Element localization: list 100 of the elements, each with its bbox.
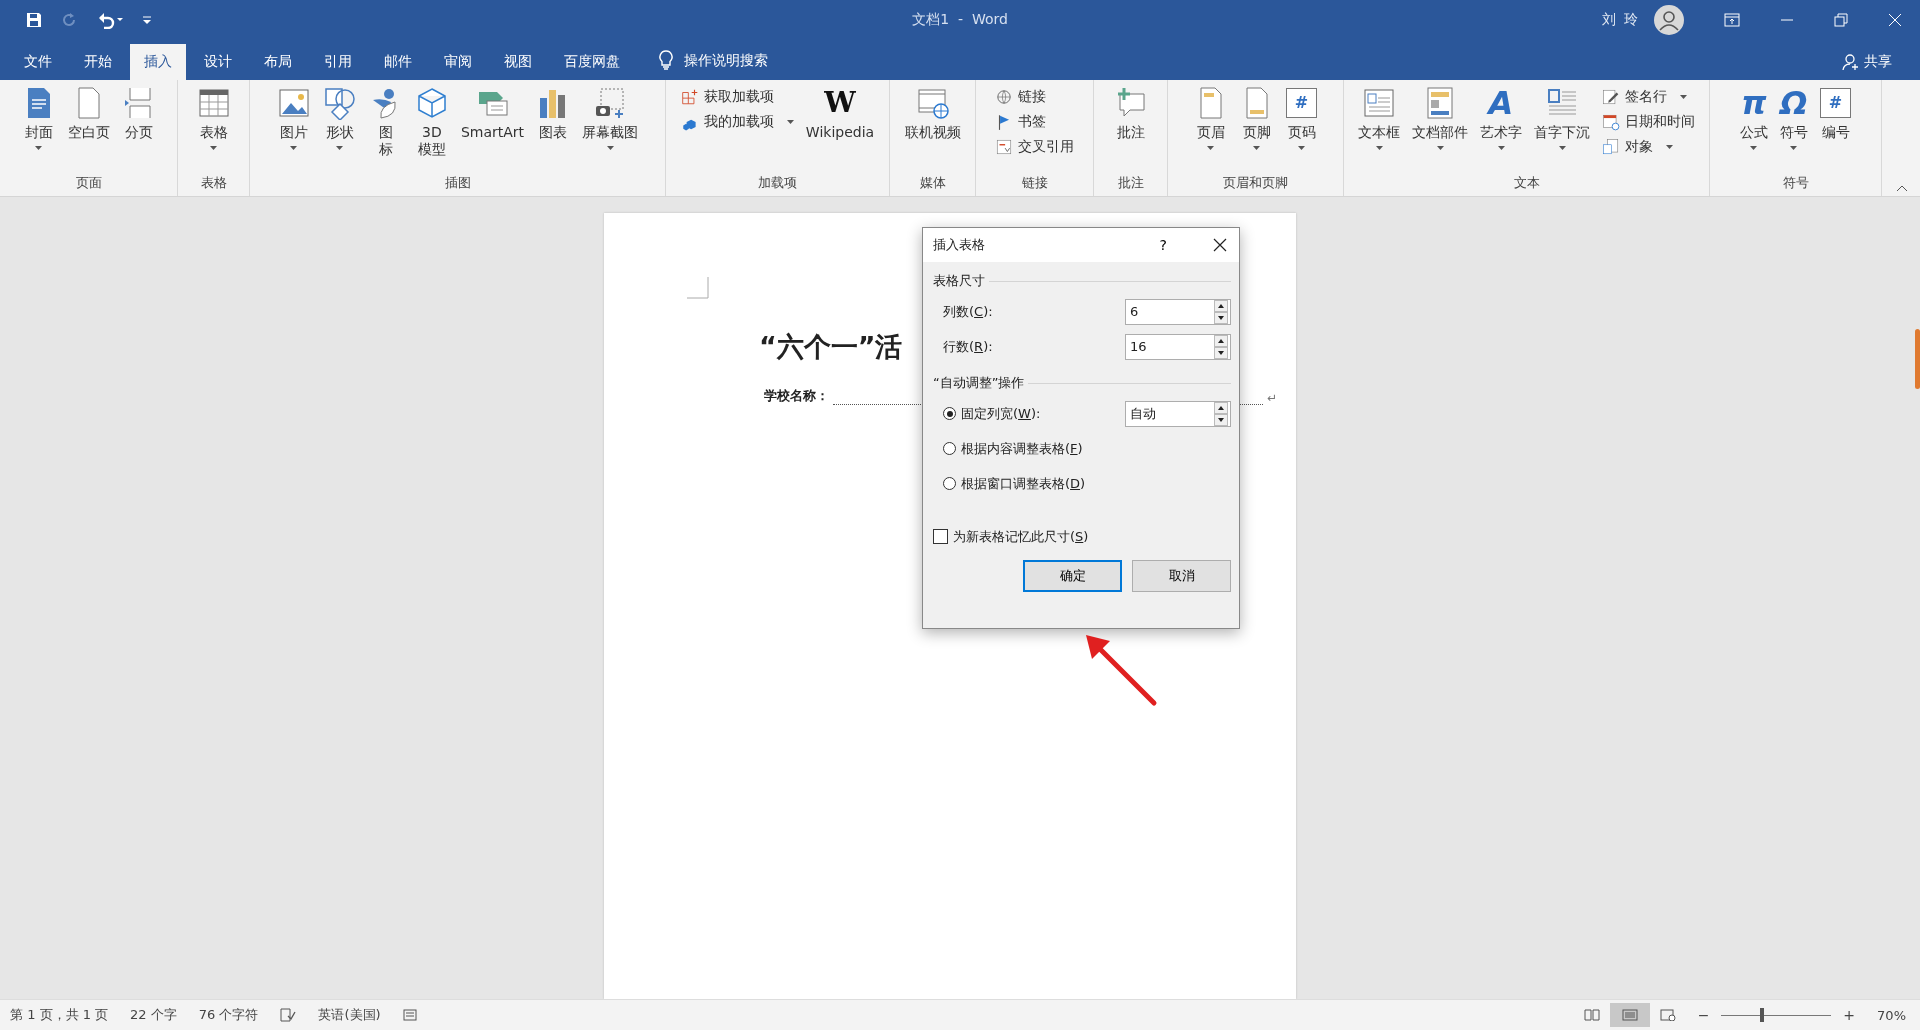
proofing-icon[interactable] [280,1008,297,1022]
zoom-slider-thumb[interactable] [1759,1008,1764,1022]
symbol-icon: Ω [1780,86,1808,120]
scroll-thumb[interactable] [1915,329,1920,389]
spin-field[interactable]: 6 [1125,298,1231,325]
cross-reference-icon [995,138,1013,156]
ribbon-button[interactable]: 文本框 [1354,84,1404,150]
ribbon-button[interactable]: 图片 [272,84,315,150]
ribbon-button[interactable]: 我的加载项 [676,111,798,133]
customize-dropdown-icon[interactable] [142,14,152,26]
ribbon-button[interactable]: 文档部件 [1408,84,1472,150]
page-count[interactable]: 第 1 页，共 1 页 [10,1006,109,1024]
shapes-icon [322,86,357,120]
group-label: 文本 [1512,174,1541,192]
spin-field[interactable]: 16 [1125,333,1231,360]
ok-button[interactable]: 确定 [1023,560,1122,592]
text-box-icon [1362,86,1396,120]
tell-me-search[interactable]: 操作说明搜索 [684,52,768,70]
user-name: 刘 玲 [1601,11,1640,29]
ribbon-button[interactable]: 3D 模型 [410,84,453,158]
ribbon-tab[interactable]: 插入 [130,44,186,80]
ribbon-button[interactable]: 封面 [17,84,60,150]
ribbon-button[interactable]: 页眉 [1189,84,1232,150]
ribbon-button[interactable]: 签名行 [1598,86,1699,108]
ribbon-tab[interactable]: 审阅 [430,44,486,80]
ribbon-button[interactable]: W Wikipedia [801,84,879,141]
ribbon-button[interactable]: 空白页 [63,84,114,141]
ribbon-button[interactable]: A 艺术字 [1476,84,1526,150]
ribbon-button[interactable]: 获取加载项 [676,86,798,108]
spin-field[interactable]: 自动 [1125,400,1231,427]
ribbon-tab[interactable]: 邮件 [370,44,426,80]
print-layout-button[interactable] [1609,1003,1650,1027]
share-button[interactable]: 共享 [1836,52,1898,72]
save-icon[interactable] [26,12,42,28]
ribbon-button[interactable]: # 编号 [1815,84,1856,141]
zoom-level[interactable]: 70% [1877,1007,1906,1023]
ribbon-tab[interactable]: 视图 [490,44,546,80]
zoom-in-button[interactable]: + [1843,1007,1856,1023]
ribbon-button[interactable]: π 公式 [1735,84,1772,150]
ribbon-button[interactable]: 日期和时间 [1598,111,1699,133]
help-button[interactable]: ? [1153,236,1173,254]
zoom-out-button[interactable]: − [1697,1007,1710,1023]
ribbon-button[interactable]: 图表 [532,84,575,141]
object-icon [1602,138,1620,156]
radio-button[interactable] [943,477,956,490]
ribbon-button[interactable]: 分页 [117,84,160,141]
ribbon-tab[interactable]: 引用 [310,44,366,80]
ribbon-tab[interactable]: 设计 [190,44,246,80]
ribbon-button[interactable]: 图 标 [364,84,407,158]
spin-up-icon[interactable] [1214,334,1228,347]
spin-up-icon[interactable] [1214,401,1228,414]
avatar-icon[interactable] [1654,5,1684,35]
option-label: 固定列宽(W): [961,404,1042,423]
spin-down-icon[interactable] [1214,346,1228,359]
ribbon-button[interactable]: 链接 [991,86,1078,108]
cancel-button[interactable]: 取消 [1132,560,1231,592]
ribbon-display-icon[interactable] [1724,13,1740,27]
character-count: 76 个字符 [198,1006,259,1024]
window-title: 文档1 - Word [912,11,1008,29]
ribbon-tab[interactable]: 百度网盘 [550,44,634,80]
group-label: 页眉和页脚 [1222,174,1289,192]
page-icon [1621,1009,1638,1021]
ribbon-button[interactable]: 交叉引用 [991,136,1078,158]
restore-icon[interactable] [1834,13,1848,27]
ribbon-button[interactable]: 对象 [1598,136,1699,158]
ribbon-tab[interactable]: 开始 [70,44,126,80]
word-count[interactable]: 22 个字 [130,1006,177,1024]
radio-button[interactable] [943,442,956,455]
ribbon-button[interactable]: 书签 [991,111,1078,133]
video-globe-icon [915,86,950,120]
ribbon-button[interactable]: 联机视频 [900,84,965,141]
collapse-ribbon-icon[interactable] [1896,184,1908,192]
paragraph-mark: ↵ [1267,391,1278,405]
group-label: 批注 [1116,174,1145,192]
language[interactable]: 英语(美国) [318,1006,381,1024]
ribbon-button[interactable]: 批注 [1109,84,1152,141]
ribbon-button[interactable]: 屏幕截图 [578,84,643,150]
group-label: 页面 [74,174,103,192]
ribbon-button[interactable]: # 页码 [1281,84,1322,150]
field-label: 学校名称： [764,387,829,405]
section-heading: “自动调整”操作 [933,374,1025,392]
ribbon-button[interactable]: 表格 [192,84,235,150]
ribbon-button[interactable]: SmartArt [456,84,529,141]
option-label: 为新表格记忆此尺寸(S) [953,527,1089,546]
symbol-icon: A [1488,86,1514,120]
group-label: 加载项 [757,174,798,192]
ribbon-button[interactable]: 形状 [318,84,361,150]
lightbulb-icon[interactable] [658,50,674,70]
ribbon-button[interactable]: Ω 符号 [1775,84,1812,150]
ribbon-tab[interactable]: 文件 [10,44,66,80]
spin-down-icon[interactable] [1214,311,1228,324]
ribbon-button[interactable]: 页脚 [1235,84,1278,150]
checkbox[interactable] [933,529,948,544]
ribbon-button[interactable]: 首字下沉 [1530,84,1594,150]
radio-button[interactable] [943,407,956,420]
spin-up-icon[interactable] [1214,299,1228,312]
close-icon[interactable] [1213,238,1227,252]
margin-corner-mark [687,277,709,299]
ribbon-tab[interactable]: 布局 [250,44,306,80]
spin-down-icon[interactable] [1214,413,1228,426]
